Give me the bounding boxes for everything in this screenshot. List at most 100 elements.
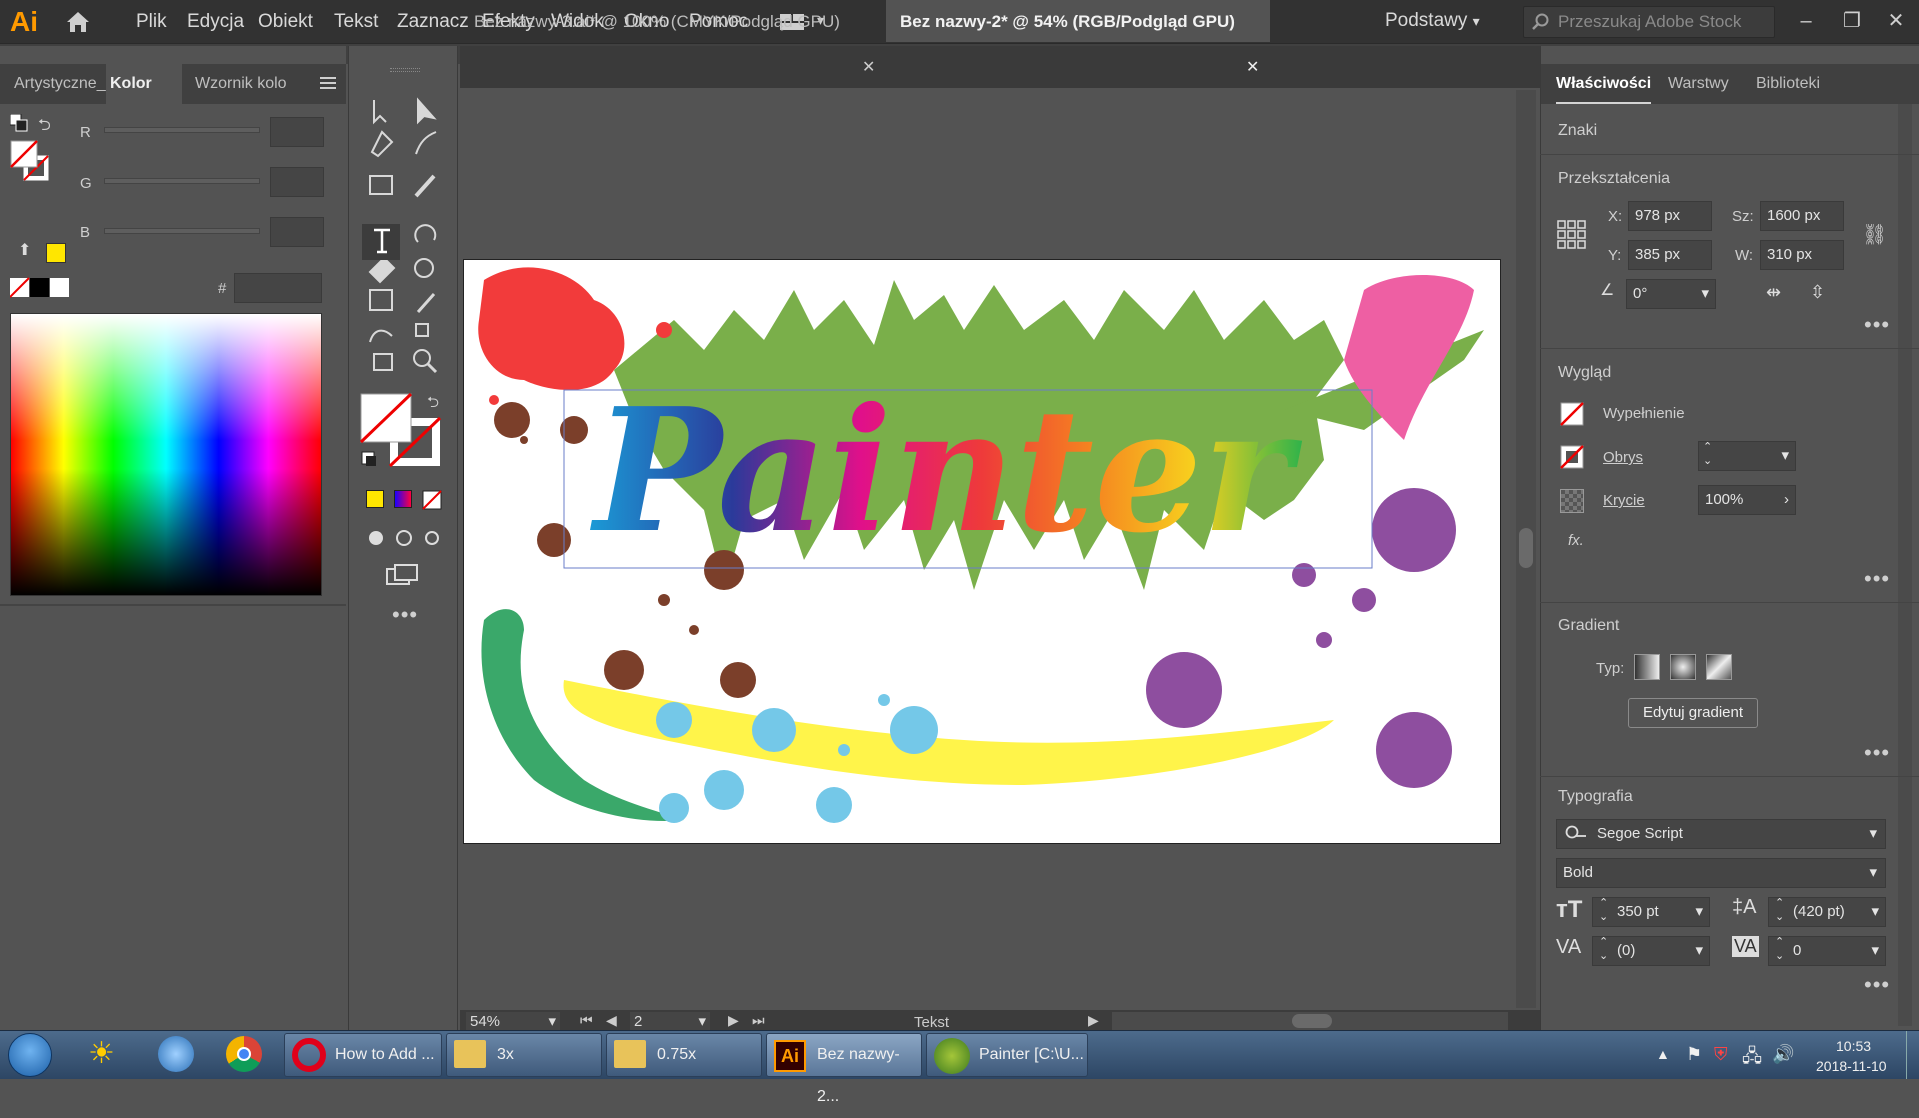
height-input[interactable]: 310 px <box>1760 240 1844 270</box>
close-tab-icon[interactable]: ✕ <box>862 57 875 77</box>
opacity-link[interactable]: Krycie <box>1603 492 1645 509</box>
menu-tekst[interactable]: Tekst <box>334 0 378 44</box>
slider-b[interactable] <box>104 228 260 234</box>
security-icon[interactable]: ⛨ <box>1714 1044 1728 1065</box>
clock-date[interactable]: 2018-11-10 <box>1816 1058 1887 1074</box>
draw-mode-icons[interactable] <box>366 528 446 553</box>
blend-tool[interactable] <box>362 332 398 366</box>
gradient-tool[interactable] <box>362 296 398 330</box>
start-button-icon[interactable] <box>8 1033 52 1077</box>
artboard-nav-first-icon[interactable]: ⏮ <box>580 1012 593 1029</box>
stroke-weight-input[interactable]: ⌃ ⌄ ▾ <box>1698 441 1796 471</box>
home-icon[interactable] <box>64 10 92 34</box>
input-g[interactable] <box>270 167 324 197</box>
fx-button[interactable]: fx. <box>1568 532 1584 549</box>
tab-biblioteki[interactable]: Biblioteki <box>1756 64 1820 104</box>
fill-stroke-indicator[interactable] <box>10 140 54 191</box>
artboard-nav-last-icon[interactable]: ⏭ <box>752 1012 765 1029</box>
volume-icon[interactable]: 🔊 <box>1772 1044 1794 1065</box>
status-menu-arrow[interactable]: ▶ <box>1088 1012 1099 1029</box>
more-typography-options-icon[interactable]: ••• <box>1864 972 1890 998</box>
swap-colors-icon[interactable]: ⮌ <box>38 114 51 141</box>
font-family-select[interactable]: Segoe Script ▾ <box>1556 819 1886 849</box>
network-icon[interactable]: 🖧 <box>1742 1044 1762 1074</box>
tab-doc-2[interactable]: Bez nazwy-2* @ 54% (RGB/Podgląd GPU) <box>886 0 1270 42</box>
chrome-icon[interactable] <box>226 1036 262 1072</box>
slider-r[interactable] <box>104 127 260 133</box>
zoom-field[interactable]: 54% ▾ <box>466 1012 560 1032</box>
color-spectrum[interactable] <box>10 313 322 596</box>
constrain-proportions-icon[interactable]: ⛓ <box>1862 222 1887 247</box>
leading-input[interactable]: ⌃ ⌄ (420 pt) ▾ <box>1768 897 1886 927</box>
artboard[interactable]: Painter <box>463 259 1501 844</box>
screen-mode-icon[interactable] <box>386 564 420 591</box>
tab-wzornik[interactable]: Wzornik kolo <box>195 64 287 104</box>
rotate-tool[interactable] <box>408 224 444 258</box>
show-hidden-icons[interactable]: ▲ <box>1656 1046 1670 1062</box>
horizontal-scroll-thumb[interactable] <box>1292 1014 1332 1028</box>
stock-search-input[interactable]: Przeszukaj Adobe Stock <box>1523 6 1775 38</box>
flip-vertical-icon[interactable]: ⇳ <box>1810 282 1825 303</box>
tab-wlasciwosci[interactable]: Właściwości <box>1556 64 1652 104</box>
tab-doc-3[interactable]: Bez nazwy-3.ai* @ 100% (CMYK/Podgląd GPU… <box>460 0 884 42</box>
sun-app-icon[interactable]: ☀ <box>88 1036 115 1071</box>
font-style-select[interactable]: Bold ▾ <box>1556 858 1886 888</box>
minimize-icon[interactable]: – <box>1790 6 1822 36</box>
workspace-switcher[interactable]: Podstawy ▾ <box>1385 0 1480 44</box>
tracking-input[interactable]: ⌃ ⌄ 0 ▾ <box>1768 936 1886 966</box>
restore-icon[interactable]: ❐ <box>1836 6 1868 36</box>
close-icon[interactable]: ✕ <box>1880 6 1912 36</box>
menu-plik[interactable]: Plik <box>136 0 167 44</box>
clock-time[interactable]: 10:53 <box>1836 1038 1871 1054</box>
flag-icon[interactable]: ⚑ <box>1686 1044 1702 1065</box>
panel-menu-icon[interactable] <box>320 76 336 95</box>
artboard-nav-next-icon[interactable]: ▶ <box>728 1012 739 1029</box>
tab-artystyczne[interactable]: Artystyczne_ <box>14 64 106 104</box>
rectangle-tool[interactable] <box>362 170 398 204</box>
reference-point-icon[interactable] <box>1557 220 1587 255</box>
kerning-input[interactable]: ⌃ ⌄ (0) ▾ <box>1592 936 1710 966</box>
input-r[interactable] <box>270 117 324 147</box>
right-panel-scrollbar[interactable] <box>1898 104 1912 1026</box>
more-appearance-options-icon[interactable]: ••• <box>1864 566 1890 592</box>
gradient-mode-button[interactable] <box>394 490 412 508</box>
none-mode-button[interactable] <box>422 490 442 515</box>
vertical-scrollbar[interactable] <box>1516 90 1536 1008</box>
menu-zaznacz[interactable]: Zaznacz <box>397 0 469 44</box>
thunderbird-icon[interactable] <box>158 1036 194 1072</box>
radial-gradient-button[interactable] <box>1670 654 1696 680</box>
edit-gradient-button[interactable]: Edytuj gradient <box>1628 698 1758 728</box>
tab-warstwy[interactable]: Warstwy <box>1668 64 1729 104</box>
curvature-tool[interactable] <box>408 134 444 168</box>
width-tool[interactable] <box>408 260 444 294</box>
opacity-input[interactable]: 100% › <box>1698 485 1796 515</box>
more-gradient-options-icon[interactable]: ••• <box>1864 740 1890 766</box>
yellow-swatch[interactable] <box>46 243 66 263</box>
horizontal-scrollbar[interactable] <box>1112 1012 1508 1030</box>
more-tools-icon[interactable]: ••• <box>392 602 418 628</box>
stroke-swatch[interactable] <box>1560 445 1584 474</box>
x-input[interactable]: 978 px <box>1628 201 1712 231</box>
artboard-nav-prev-icon[interactable]: ◀ <box>606 1012 617 1029</box>
shape-builder-tool[interactable] <box>408 332 444 366</box>
show-desktop-button[interactable] <box>1906 1031 1919 1079</box>
eraser-tool[interactable] <box>362 260 398 294</box>
font-size-input[interactable]: ⌃ ⌄ 350 pt ▾ <box>1592 897 1710 927</box>
more-transform-options-icon[interactable]: ••• <box>1864 312 1890 338</box>
menu-obiekt[interactable]: Obiekt <box>258 0 313 44</box>
direct-selection-tool[interactable] <box>408 98 444 132</box>
input-b[interactable] <box>270 217 324 247</box>
freeform-gradient-button[interactable] <box>1706 654 1732 680</box>
eyedropper-tool[interactable] <box>408 296 444 330</box>
selection-tool[interactable] <box>362 98 398 132</box>
flip-horizontal-icon[interactable]: ⇹ <box>1766 282 1781 303</box>
default-colors-icon[interactable] <box>9 113 28 137</box>
hex-input[interactable] <box>234 273 322 303</box>
close-tab-icon[interactable]: ✕ <box>1246 57 1259 77</box>
linear-gradient-button[interactable] <box>1634 654 1660 680</box>
fill-swatch[interactable] <box>1560 402 1584 431</box>
y-input[interactable]: 385 px <box>1628 240 1712 270</box>
slider-g[interactable] <box>104 178 260 184</box>
artboard-number-field[interactable]: 2 ▾ <box>630 1012 710 1032</box>
out-of-gamut-icon[interactable]: ⬆ <box>18 240 31 260</box>
